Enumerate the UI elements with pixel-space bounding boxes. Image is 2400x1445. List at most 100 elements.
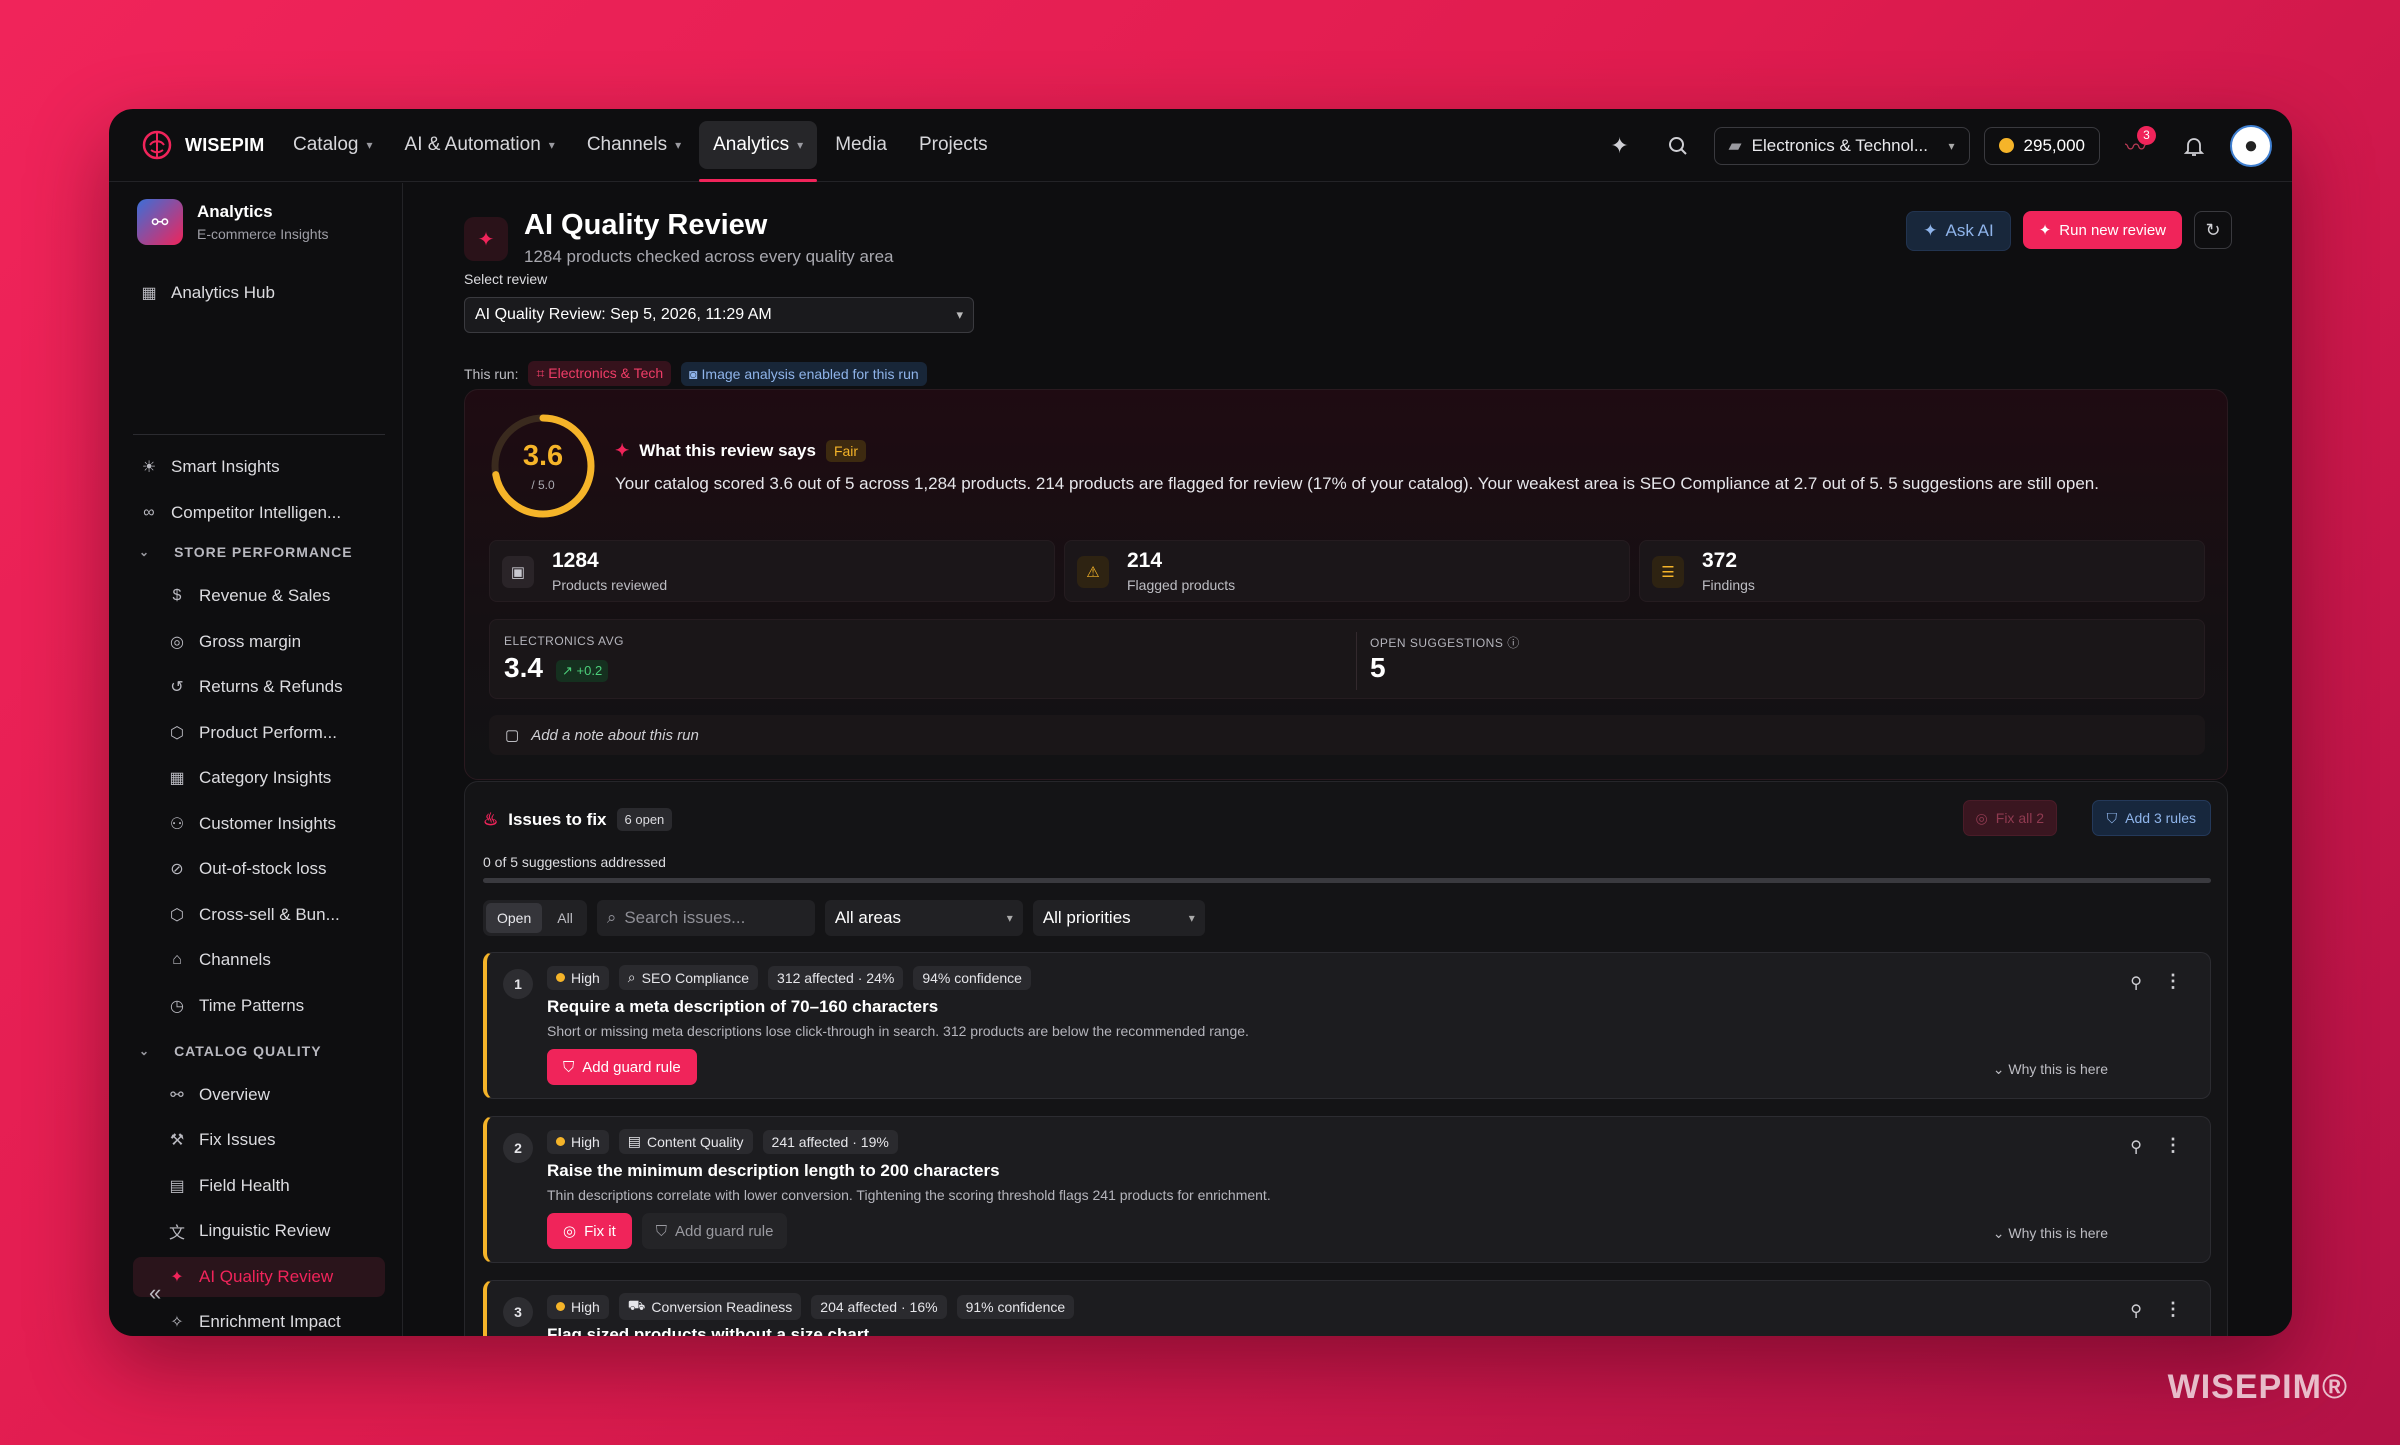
why-this-is-here-toggle[interactable]: ⌄ Why this is here	[1993, 1061, 2108, 1078]
sidebar-item-competitor[interactable]: ∞ Competitor Intelligen...	[133, 493, 385, 533]
issue-number: 3	[503, 1297, 533, 1327]
refresh-icon[interactable]: ↻	[2194, 211, 2232, 249]
tag-label: High	[571, 969, 600, 986]
activity-button[interactable]: 〰 3	[2114, 124, 2158, 168]
collapse-sidebar-icon[interactable]: «	[149, 1280, 161, 1306]
sidebar-item-channels[interactable]: ⌂ Channels	[133, 940, 385, 980]
sidebar-item-customer-insights[interactable]: ⚇ Customer Insights	[133, 804, 385, 844]
app-window: WISEPIM Catalog ▾ AI & Automation ▾ Channe…	[109, 109, 2292, 1336]
sidebar-item-label: Customer Insights	[199, 814, 336, 833]
bell-icon[interactable]	[2172, 124, 2216, 168]
pin-icon[interactable]: ⚲	[2130, 973, 2142, 993]
search-icon: ⌕	[606, 908, 617, 927]
area-tag: ⛟ Conversion Readiness	[618, 1293, 802, 1320]
chevron-down-icon: ▾	[956, 307, 963, 322]
sidebar-item-analytics-hub[interactable]: ▦ Analytics Hub	[133, 273, 385, 313]
avatar[interactable]: ●	[2230, 124, 2272, 167]
priorities-dropdown[interactable]: All priorities ▾	[1032, 900, 1205, 936]
sparkles-icon: ✦	[1923, 221, 1938, 240]
score-max: / 5.0	[531, 478, 555, 492]
sidebar-item-category-insights[interactable]: ▦ Category Insights	[133, 758, 385, 798]
why-this-is-here-toggle[interactable]: ⌄ Why this is here	[1993, 1225, 2108, 1242]
nav-catalog[interactable]: Catalog ▾	[279, 121, 387, 169]
analytics-app-icon: ⚯	[137, 199, 183, 245]
more-options-icon[interactable]: ⋮	[2164, 971, 2182, 992]
issue-card[interactable]: 2 High ▤ Content Quality 241 affected · 1…	[483, 1116, 2211, 1263]
sidebar-item-linguistic-review[interactable]: 文 Linguistic Review	[133, 1211, 385, 1251]
dollar-icon: $	[172, 587, 182, 604]
pin-icon[interactable]: ⚲	[2130, 1137, 2142, 1157]
sidebar-item-enrichment-impact[interactable]: ✧ Enrichment Impact	[133, 1302, 385, 1336]
sidebar-item-label: Enrichment Impact	[199, 1312, 341, 1331]
filter-open[interactable]: Open	[486, 903, 543, 933]
add-note-field[interactable]: ▢ Add a note about this run	[489, 715, 2205, 755]
sidebar-item-smart-insights[interactable]: ☀ Smart Insights	[133, 447, 385, 487]
sidebar-item-overview[interactable]: ⚯ Overview	[133, 1075, 385, 1115]
nav-analytics[interactable]: Analytics ▾	[699, 121, 818, 182]
avg-value: 3.4	[504, 652, 543, 683]
sidebar-item-ai-quality-review[interactable]: ✦ AI Quality Review	[133, 1257, 385, 1297]
review-select[interactable]: AI Quality Review: Sep 5, 2026, 11:29 AM…	[464, 297, 974, 333]
activity-badge: 3	[2137, 125, 2156, 145]
nav-ai-automation[interactable]: AI & Automation ▾	[391, 121, 569, 169]
sidebar-item-revenue[interactable]: $ Revenue & Sales	[133, 576, 385, 616]
logo[interactable]: WISEPIM	[137, 125, 273, 165]
more-options-icon[interactable]: ⋮	[2164, 1299, 2182, 1320]
open-count-badge: 6 open	[616, 808, 673, 831]
sidebar-item-label: Linguistic Review	[199, 1221, 331, 1240]
addressed-progress	[483, 878, 2211, 883]
more-options-icon[interactable]: ⋮	[2164, 1135, 2182, 1156]
sidebar-item-label: Analytics Hub	[171, 283, 275, 302]
priority-dot	[556, 1137, 565, 1146]
grid-icon: ▦	[141, 285, 157, 302]
nav-label: Channels	[586, 134, 668, 155]
sidebar-item-out-of-stock[interactable]: ⊘ Out-of-stock loss	[133, 849, 385, 889]
issue-card[interactable]: 1 High ⌕ SEO Compliance 312 affected · 24…	[483, 952, 2211, 1099]
confidence-tag: 91% confidence	[956, 1294, 1075, 1319]
search-issues-input[interactable]: ⌕ Search issues...	[596, 900, 815, 936]
sidebar-item-label: Cross-sell & Bun...	[199, 905, 340, 924]
section-label: CATALOG QUALITY	[174, 1043, 322, 1059]
sidebar-item-time-patterns[interactable]: ◷ Time Patterns	[133, 986, 385, 1026]
grid-icon: ▦	[169, 770, 185, 787]
sidebar-item-cross-sell[interactable]: ⬡ Cross-sell & Bun...	[133, 895, 385, 935]
run-new-review-button[interactable]: ✦ Run new review	[2022, 211, 2182, 249]
filter-all[interactable]: All	[546, 903, 584, 933]
info-icon[interactable]: ⓘ	[1503, 636, 1519, 650]
areas-dropdown[interactable]: All areas ▾	[824, 900, 1023, 936]
nav-media[interactable]: Media	[821, 121, 901, 169]
add-rules-button[interactable]: ⛉ Add 3 rules	[2091, 800, 2211, 836]
stat-value: 372	[1702, 549, 1738, 572]
add-guard-rule-button[interactable]: ⛉ Add guard rule	[547, 1049, 697, 1085]
search-icon[interactable]	[1656, 124, 1700, 168]
ask-ai-button[interactable]: ✦ Ask AI	[1906, 211, 2011, 251]
avg-label: ELECTRONICS AVG	[504, 634, 624, 648]
sidebar-section-catalog-quality[interactable]: ⌄ CATALOG QUALITY	[133, 1036, 322, 1066]
nav-label: Projects	[918, 134, 988, 155]
sidebar-item-fix-issues[interactable]: ⚒ Fix Issues	[133, 1120, 385, 1160]
sparkles-icon[interactable]: ✦	[1598, 124, 1642, 168]
topbar-actions: ✦ ▰ Electronics & Technol... ▾ 295,000 〰…	[1598, 109, 2272, 182]
pin-icon[interactable]: ⚲	[2130, 1301, 2142, 1321]
run-info: This run: ⌗ Electronics & Tech ◙ Image a…	[464, 361, 927, 386]
issue-tags: High ⛟ Conversion Readiness 204 affected …	[547, 1293, 1075, 1320]
package-icon: ⬡	[170, 907, 184, 924]
search-list-icon: ☰	[1652, 556, 1684, 588]
dropdown-value: All priorities	[1042, 908, 1131, 927]
sidebar-item-product-performance[interactable]: ⬡ Product Perform...	[133, 713, 385, 753]
credits-balance[interactable]: 295,000	[1983, 126, 2100, 165]
fix-all-button[interactable]: ◎ Fix all 2	[1962, 800, 2057, 836]
nav-channels[interactable]: Channels ▾	[573, 121, 695, 169]
box-icon: ⬡	[170, 725, 184, 742]
issue-card[interactable]: 3 High ⛟ Conversion Readiness 204 affecte…	[483, 1280, 2211, 1336]
add-guard-rule-button[interactable]: ⛉ Add guard rule	[641, 1213, 788, 1249]
users-icon: ⚇	[169, 816, 185, 833]
sidebar-item-gross-margin[interactable]: ◎ Gross margin	[133, 622, 385, 662]
fix-it-button[interactable]: ◎ Fix it	[547, 1213, 632, 1249]
store-selector[interactable]: ▰ Electronics & Technol... ▾	[1713, 126, 1970, 165]
sidebar-item-field-health[interactable]: ▤ Field Health	[133, 1166, 385, 1206]
nav-projects[interactable]: Projects	[905, 121, 1002, 169]
sidebar-section-store-performance[interactable]: ⌄ STORE PERFORMANCE	[133, 537, 353, 567]
box-off-icon: ⊘	[170, 861, 184, 878]
sidebar-item-returns[interactable]: ↺ Returns & Refunds	[133, 667, 385, 707]
